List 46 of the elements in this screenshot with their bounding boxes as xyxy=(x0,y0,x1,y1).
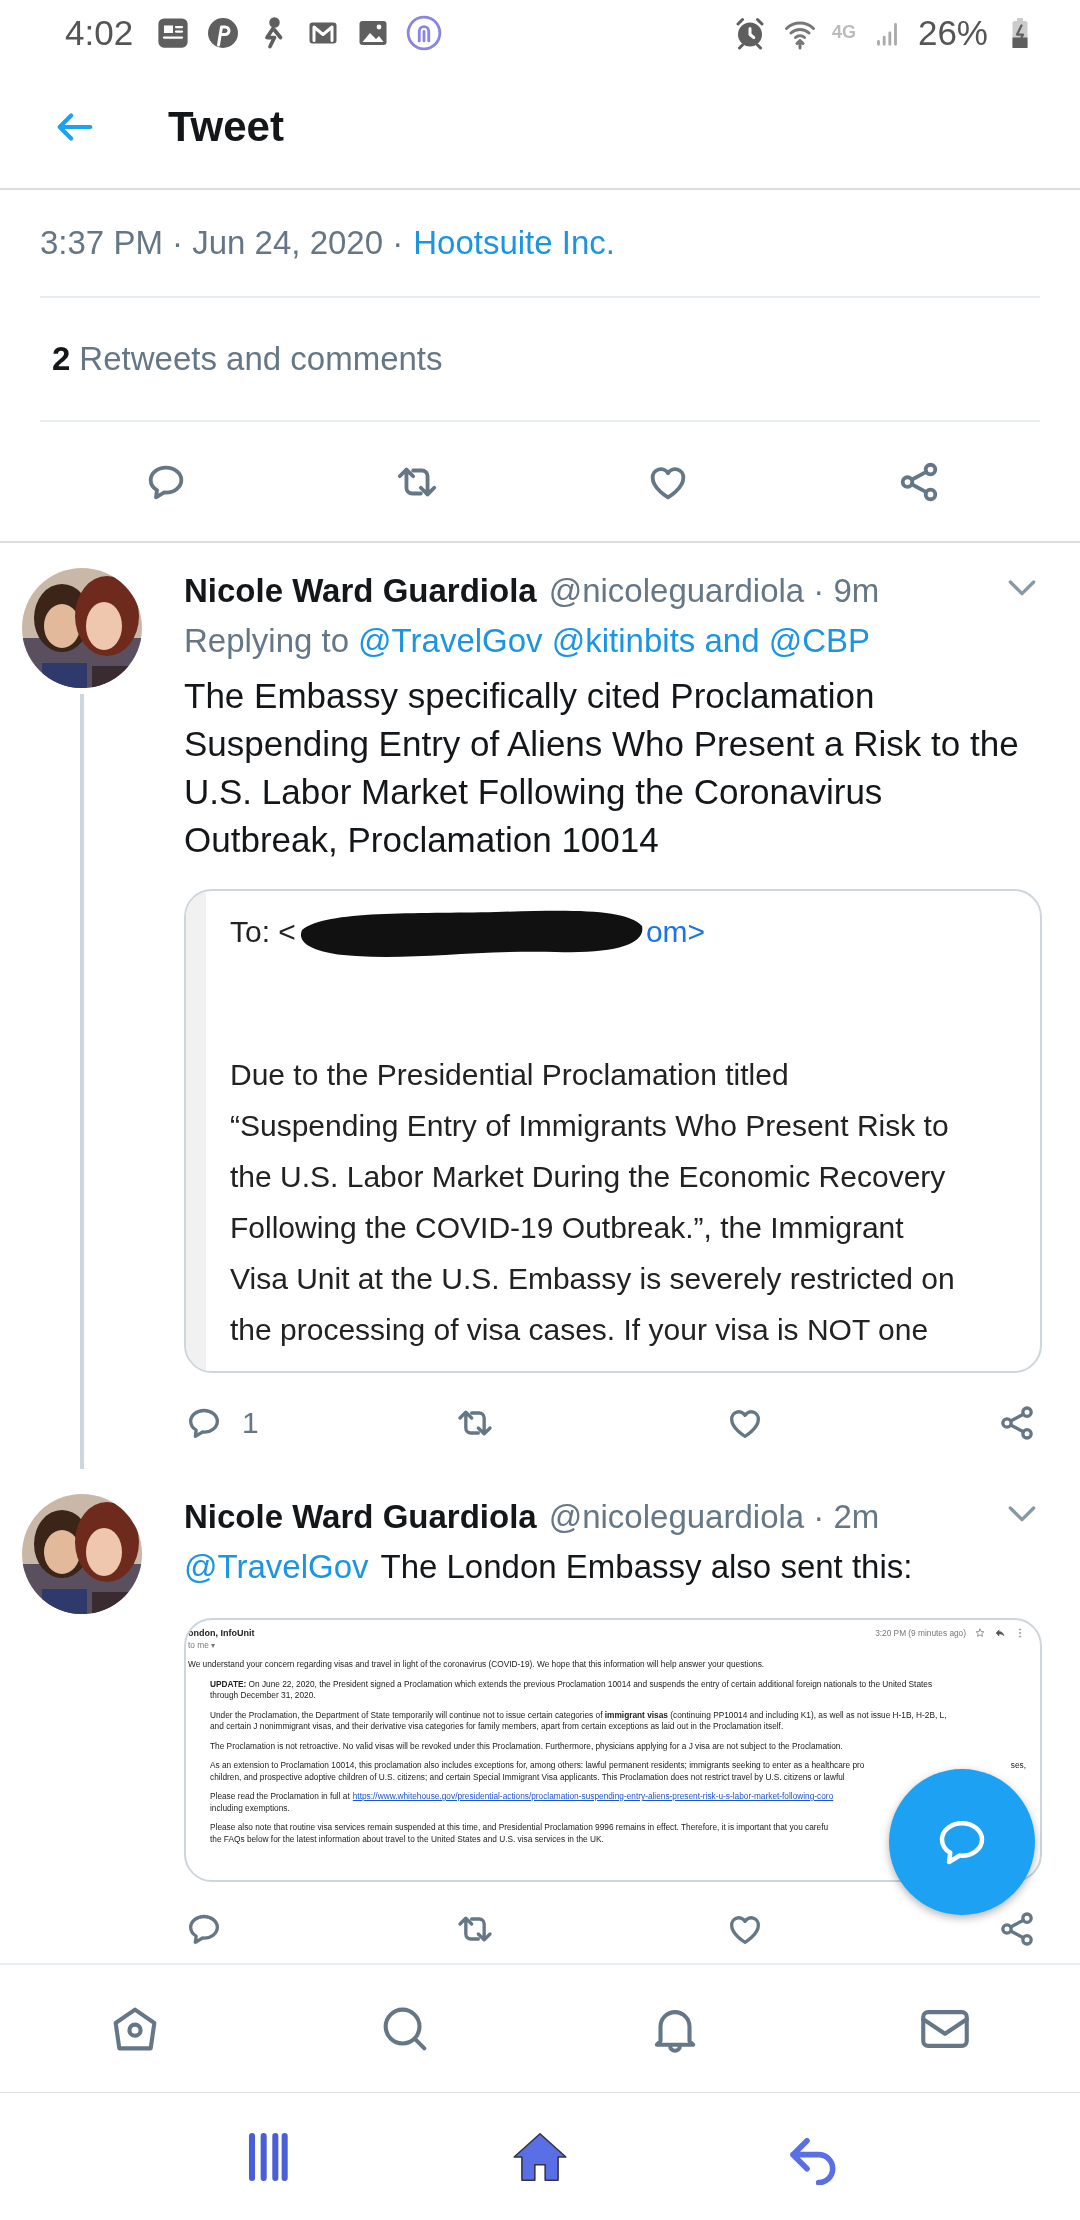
stats-label[interactable]: Retweets and comments xyxy=(79,340,443,378)
reply-count: 1 xyxy=(242,1406,259,1440)
email-text-line: through December 31, 2020. xyxy=(210,1690,316,1702)
email-text-line: The Proclamation is not retroactive. No valid visas will be revoked under this Proclamation. Furthermore, physicians applying for a J visa are not subject to the Proclamation. xyxy=(210,1740,843,1752)
email-text-line: Following the COVID-19 Outbreak.”, the Immigrant xyxy=(230,1210,905,1246)
email-text-line: the processing of visa cases. If your visa is NOT one xyxy=(230,1312,930,1348)
email-text-line: Please also note that routine visa services remain suspended at this time, and Presidential Proclamation 9996 remains in effect. Therefore, it is important that you carefu xyxy=(210,1822,829,1834)
tweet-text: The London Embassy also sent this: xyxy=(380,1548,913,1586)
email-text-line: the FAQs below for the latest information about travel to the United States and U.S. visa services in the UK. xyxy=(210,1833,604,1845)
email-text-line: Please read the Proclamation in full at xyxy=(210,1791,350,1803)
email-screenshot[interactable] xyxy=(184,889,1042,1373)
email-screenshot[interactable] xyxy=(184,1618,1042,1882)
mention-link[interactable]: @TravelGov xyxy=(184,1548,369,1586)
tweet-timestamp: 3:37 PM · Jun 24, 2020 · xyxy=(40,224,404,262)
email-recipient: to me ▾ xyxy=(188,1639,217,1651)
email-text-fragment: ses, xyxy=(1010,1760,1026,1772)
email-text-line: and certain J nonimmigrant visas, and their derivative visa categories for family members, apart from certain exceptions as laid out in the Proclamation itself. xyxy=(210,1721,784,1733)
email-text-line: “Suspending Entry of Immigrants Who Present Risk to xyxy=(230,1108,950,1144)
tweet-text: The Embassy specifically cited Proclamation Suspending Entry of Aliens Who Present a Risk to the U.S. Labor Market Following the Coronavirus Outbreak, Proclamation 10014 xyxy=(184,675,1020,861)
email-text-line: As an extension to Proclamation 10014, this proclamation also includes exceptions for, among others: lawful permanent residents; immigrants seeking to enter as a healthcare pro xyxy=(210,1760,865,1772)
email-sender: ondon, InfoUnit xyxy=(188,1627,255,1638)
email-time: 3:20 PM (9 minutes ago) xyxy=(875,1627,966,1638)
email-text-line: children, and prospective adoptive children of U.S. citizens; and certain Special Immigrant Visa applicants. This Proclamation does not restrict travel by U.S. citizens or lawful xyxy=(210,1771,845,1783)
email-text-line: We understand your concern regarding visas and travel in light of the coronavirus (COVID-19). We hope that this information will help answer your questions. xyxy=(188,1659,765,1671)
email-recipient-label: To: < xyxy=(230,915,296,949)
clock-time: 4:02 xyxy=(65,12,134,53)
email-text-line: Visa Unit at the U.S. Embassy is severely restricted on xyxy=(230,1261,955,1297)
email-text-line: the U.S. Labor Market During the Economic Recovery xyxy=(230,1159,947,1195)
battery-percent: 26% xyxy=(917,12,988,53)
email-text-line: UPDATE: On June 22, 2020, the President signed a Proclamation which extends the previous Proclamation 10014 and suspends the entry of certain additional foreign nationals to the United States xyxy=(210,1678,933,1690)
email-text-line: Under the Proclamation, the Department of State temporarily will continue not to issue certain categories of immigrant visas (continuing PP10014 and including K1), as well as not issue H-1B, H-2B, L, xyxy=(210,1709,947,1721)
author-handle: @nicoleguardiola · 9m xyxy=(548,572,880,610)
email-address: om> xyxy=(645,915,706,949)
page-title: Tweet xyxy=(168,102,284,151)
retweet-count: 2 xyxy=(52,340,71,378)
author-name[interactable]: Nicole Ward Guardiola xyxy=(184,1498,537,1536)
source-link[interactable]: Hootsuite Inc. xyxy=(413,224,615,262)
star-icon xyxy=(974,1626,986,1639)
email-link: https://www.whitehouse.gov/presidential-actions/proclamation-suspending-entry-aliens-present-risk-u-s-labor-market-following-coro xyxy=(352,1791,834,1803)
network-label: 4G xyxy=(831,22,856,43)
email-text-line: Due to the Presidential Proclamation titled xyxy=(230,1057,790,1093)
email-text-line: including exemptions. xyxy=(210,1802,290,1814)
author-handle: @nicoleguardiola · 2m xyxy=(548,1498,880,1536)
replying-label: Replying to xyxy=(184,622,350,660)
author-name[interactable]: Nicole Ward Guardiola xyxy=(184,572,537,610)
mention-link[interactable]: @TravelGov @kitinbits and @CBP xyxy=(358,622,871,660)
